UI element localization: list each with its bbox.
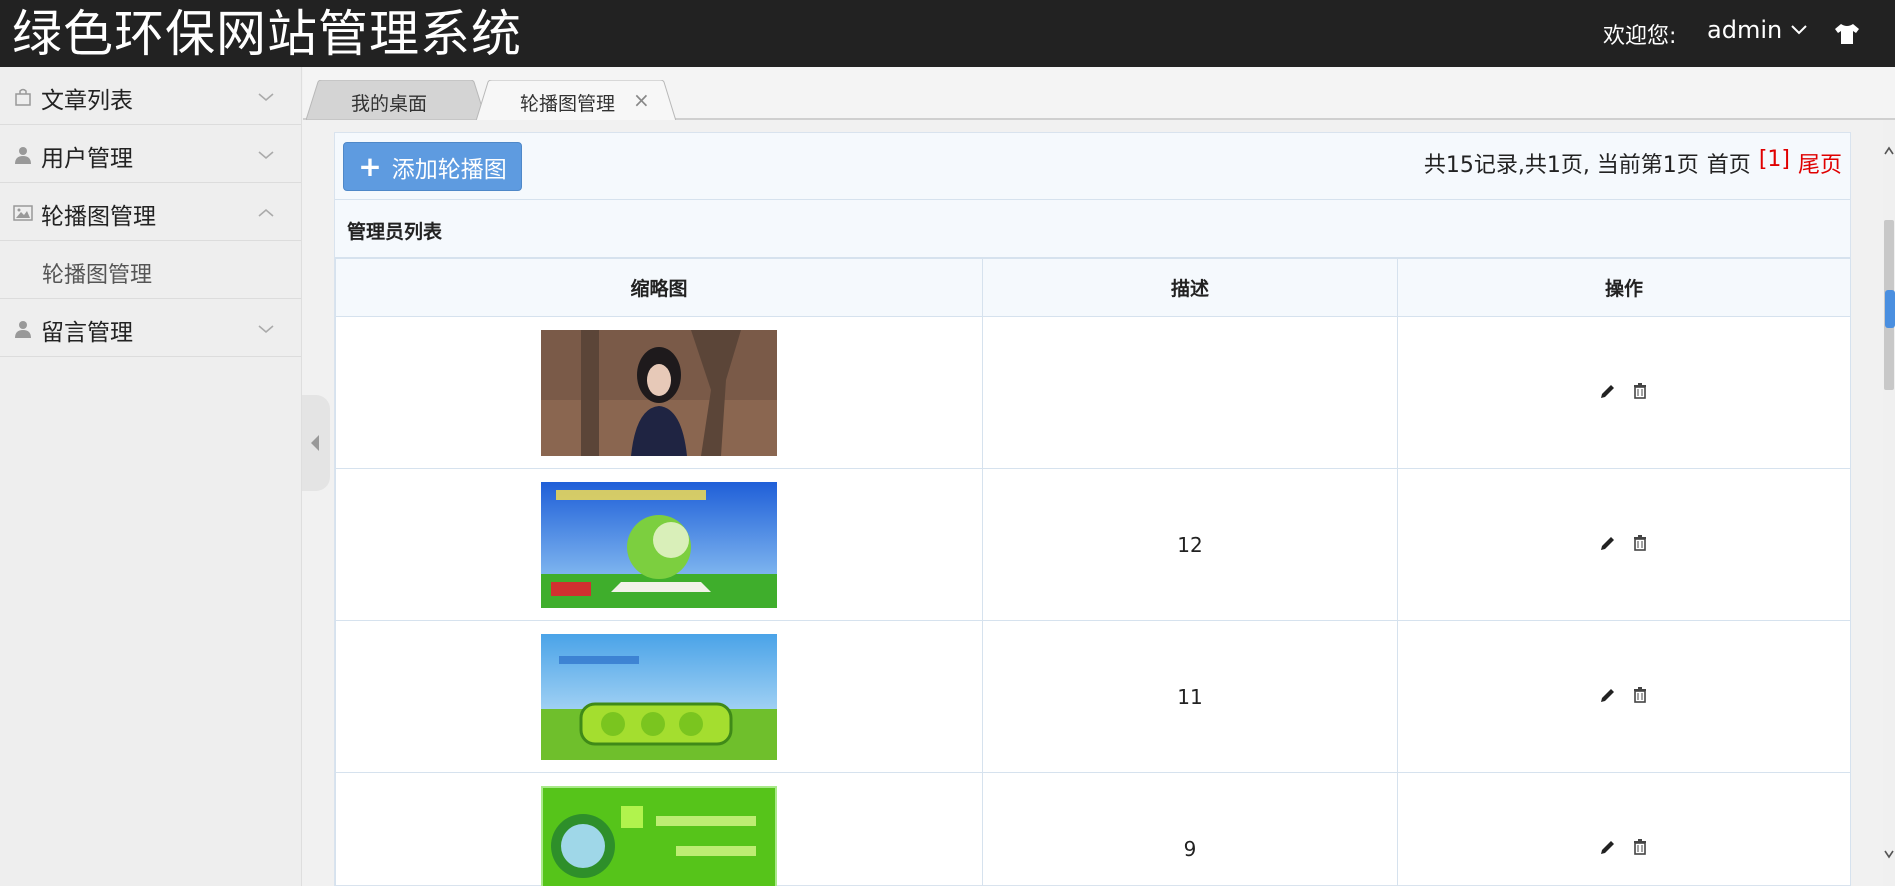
description-cell [982,316,1398,469]
thumbnail-cell [335,772,983,886]
table-row: 12 [335,468,1851,621]
chevron-down-icon [258,93,274,102]
username: admin [1707,16,1783,44]
thumbnail-cell [335,468,983,621]
sidebar-item-label: 轮播图管理 [41,204,156,230]
sidebar-item-label: 用户管理 [41,146,133,172]
sidebar-subitem-label: 轮播图管理 [42,263,153,288]
recycling-thumbnail[interactable] [541,785,777,886]
sidebar-item-users[interactable]: 用户管理 [0,125,301,183]
chevron-down-icon [258,325,274,334]
list-title-bar: 管理员列表 [335,200,1850,258]
table-row [335,316,1851,469]
user-icon [15,147,31,164]
column-header-description: 描述 [982,258,1398,317]
top-header: 绿色环保网站管理系统 欢迎您: admin [0,0,1895,67]
tab-label: 我的桌面 [351,93,428,115]
table-row: 11 [335,620,1851,773]
description-cell: 11 [982,620,1398,773]
delete-icon[interactable] [1631,534,1649,552]
app-title: 绿色环保网站管理系统 [12,5,522,63]
thumbnail-cell [335,620,983,773]
carousel-table: 缩略图 描述 操作 12 11 9 [335,258,1851,886]
edit-icon[interactable] [1599,686,1617,704]
shirt-icon[interactable] [1833,22,1861,46]
tab-desktop[interactable]: 我的桌面 [306,80,486,120]
pager-page-link[interactable]: [1] [1759,147,1790,179]
tab-label: 轮播图管理 [520,93,616,115]
pager-last-link[interactable]: 尾页 [1798,147,1842,179]
delete-icon[interactable] [1631,838,1649,856]
sidebar-item-articles[interactable]: 文章列表 [0,67,301,125]
edit-icon[interactable] [1599,534,1617,552]
description-cell: 12 [982,468,1398,621]
plus-icon: + [358,149,382,183]
main-panel: + 添加轮播图 共15记录,共1页, 当前第1页 首页 [1] 尾页 管理员列表… [334,132,1851,886]
love-thumbnail[interactable] [541,633,777,760]
column-header-actions: 操作 [1397,258,1851,317]
scroll-marker [1885,290,1895,328]
add-carousel-button[interactable]: + 添加轮播图 [343,142,522,191]
chevron-left-icon [311,435,319,451]
pager-summary: 共15记录,共1页, 当前第1页 [1423,153,1699,178]
welcome-text: 欢迎您: [1603,24,1677,49]
sidebar-item-label: 留言管理 [41,320,133,346]
table-row: 9 [335,772,1851,886]
image-icon [13,205,33,221]
sidebar-item-carousel[interactable]: 轮播图管理 [0,183,301,241]
sidebar-item-messages[interactable]: 留言管理 [0,299,301,357]
list-title: 管理员列表 [347,221,443,243]
green-globe-thumbnail[interactable] [541,481,777,608]
scroll-up-icon[interactable] [1883,144,1895,158]
sidebar-subitem-carousel[interactable]: 轮播图管理 [0,241,301,299]
close-icon[interactable]: × [633,88,650,112]
edit-icon[interactable] [1599,838,1617,856]
description-cell: 9 [982,772,1398,886]
chevron-down-icon [258,151,274,160]
delete-icon[interactable] [1631,686,1649,704]
tab-bar: 我的桌面 轮播图管理 × [303,67,1895,120]
add-button-label: 添加轮播图 [391,156,507,183]
bag-icon [15,88,31,106]
toolbar: + 添加轮播图 共15记录,共1页, 当前第1页 首页 [1] 尾页 [335,133,1850,200]
chevron-down-icon [1791,25,1807,35]
chevron-up-icon [258,208,274,217]
user-menu[interactable]: admin [1707,16,1808,44]
portrait-thumbnail[interactable] [541,329,777,456]
actions-cell [1397,620,1851,773]
vertical-scrollbar[interactable] [1883,120,1895,886]
pager-first-link[interactable]: 首页 [1707,147,1751,179]
actions-cell [1397,468,1851,621]
delete-icon[interactable] [1631,382,1649,400]
table-header-row: 缩略图 描述 操作 [335,258,1851,317]
sidebar-item-label: 文章列表 [41,88,133,114]
actions-cell [1397,316,1851,469]
edit-icon[interactable] [1599,382,1617,400]
actions-cell [1397,772,1851,886]
thumbnail-cell [335,316,983,469]
user-icon [15,321,31,338]
scroll-down-icon[interactable] [1883,847,1895,861]
sidebar-collapse-handle[interactable] [302,395,330,491]
sidebar: 文章列表 用户管理 轮播图管理 轮播图管理 留言管理 [0,67,302,886]
column-header-thumbnail: 缩略图 [335,258,983,317]
pagination: 共15记录,共1页, 当前第1页 首页 [1] 尾页 [1424,147,1842,179]
tab-carousel[interactable]: 轮播图管理 × [476,80,676,120]
